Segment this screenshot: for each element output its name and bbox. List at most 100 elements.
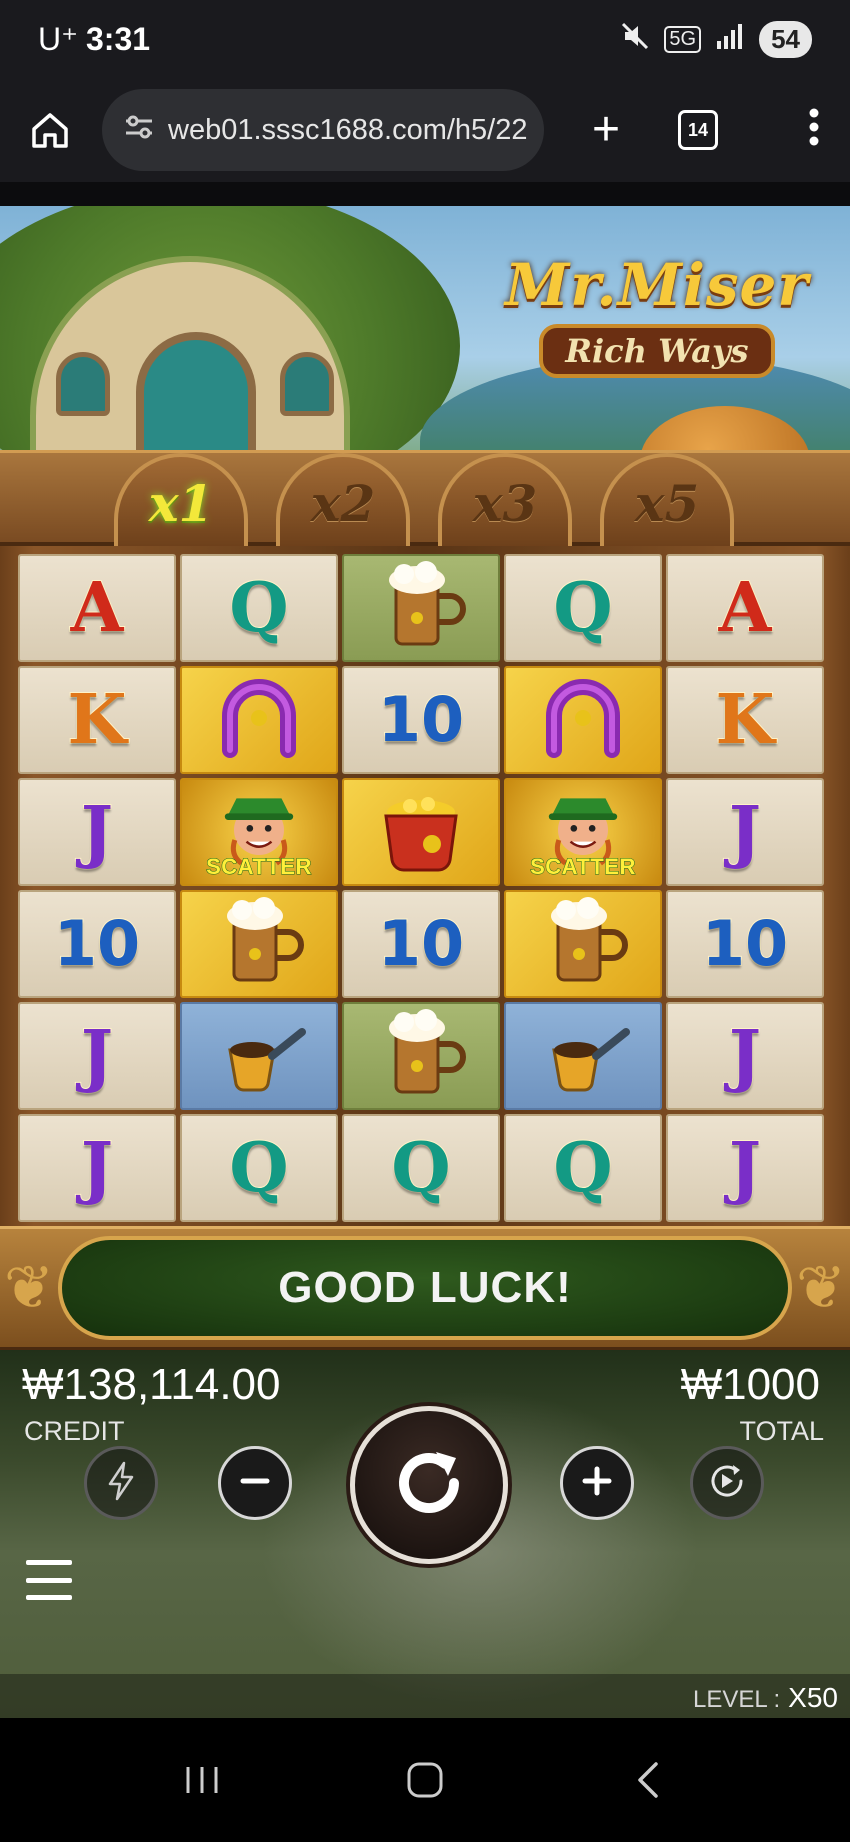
- scatter-label: SCATTER: [206, 854, 312, 880]
- logo-title: Mr.Miser: [505, 251, 809, 319]
- total-bet-value: ₩1000: [680, 1360, 820, 1409]
- card-symbol: Q: [228, 568, 289, 648]
- reel-cell: Q: [180, 1114, 338, 1222]
- card-symbol: K: [66, 680, 127, 760]
- overflow-menu-icon[interactable]: [808, 107, 820, 154]
- pot-symbol-icon: [362, 782, 480, 883]
- slot-game-canvas[interactable]: Mr.Miser Rich Ways x1 x2 x3 x5 A Q Q A K 10 K J…: [0, 206, 850, 1718]
- minus-icon: [237, 1463, 273, 1504]
- back-icon[interactable]: [613, 1745, 683, 1815]
- turbo-icon: [104, 1461, 138, 1506]
- card-symbol: 10: [377, 907, 465, 980]
- card-symbol: Q: [552, 1128, 613, 1208]
- card-symbol: Q: [552, 568, 613, 648]
- reel-cell: [342, 1002, 500, 1110]
- reel-cell: 10: [18, 890, 176, 998]
- card-symbol: J: [728, 1128, 762, 1208]
- spin-icon: [384, 1438, 474, 1533]
- credit-value: ₩138,114.00: [22, 1360, 281, 1409]
- reel-cell: [342, 554, 500, 662]
- reel-cell: Q: [504, 554, 662, 662]
- reel-cell: J: [666, 1114, 824, 1222]
- site-settings-icon[interactable]: [124, 114, 154, 147]
- status-time: 3:31: [86, 20, 151, 57]
- signal-icon: [715, 23, 745, 56]
- card-symbol: Q: [228, 1128, 289, 1208]
- reel-cell: 10: [342, 666, 500, 774]
- tab-count: 14: [687, 119, 709, 140]
- autoplay-icon: [705, 1459, 749, 1508]
- battery-level: 54: [759, 20, 812, 58]
- horseshoe-symbol-icon: [524, 670, 642, 771]
- reel-cell: [504, 890, 662, 998]
- reel-cell: J: [18, 1114, 176, 1222]
- recent-apps-icon[interactable]: [167, 1745, 237, 1815]
- card-symbol: J: [80, 792, 114, 872]
- beer-gold-symbol-icon: [524, 894, 642, 995]
- mute-icon: [620, 21, 650, 58]
- multiplier-x5: x5: [600, 453, 734, 549]
- pipe-symbol-icon: [524, 1006, 642, 1107]
- autoplay-button[interactable]: [690, 1446, 764, 1520]
- decrease-bet-button[interactable]: [218, 1446, 292, 1520]
- increase-bet-button[interactable]: [560, 1446, 634, 1520]
- beer-gold-symbol-icon: [200, 894, 318, 995]
- browser-toolbar: web01.sssc1688.com/h5/22 + 14: [0, 78, 850, 182]
- reel-cell: J: [666, 778, 824, 886]
- system-navigation-bar: [0, 1718, 850, 1842]
- multiplier-x1: x1: [114, 453, 248, 549]
- card-symbol: 10: [53, 907, 141, 980]
- house-window: [56, 352, 110, 416]
- reel-cell: [180, 666, 338, 774]
- card-symbol: 10: [701, 907, 789, 980]
- pipe-symbol-icon: [200, 1006, 318, 1107]
- reel-cell: [342, 778, 500, 886]
- scatter-label: SCATTER: [530, 854, 636, 880]
- reel-cell: 10: [342, 890, 500, 998]
- plus-icon: [579, 1463, 615, 1504]
- address-bar[interactable]: web01.sssc1688.com/h5/22: [102, 89, 544, 171]
- browser-divider: [0, 182, 850, 206]
- total-bet-label: TOTAL: [739, 1416, 824, 1446]
- scroll-ornament-icon: ❦: [795, 1254, 847, 1321]
- home-nav-icon[interactable]: [390, 1745, 460, 1815]
- reel-cell: J: [666, 1002, 824, 1110]
- card-symbol: J: [728, 792, 762, 872]
- control-panel: ₩138,114.00 CREDIT ₩1000 TOTAL: [0, 1350, 850, 1718]
- reel-cell: [180, 890, 338, 998]
- card-symbol: J: [728, 1016, 762, 1096]
- reel-cell: K: [18, 666, 176, 774]
- card-symbol: A: [718, 568, 773, 648]
- reel-cell: Q: [180, 554, 338, 662]
- home-icon[interactable]: [22, 102, 78, 158]
- status-icons: 5G 54: [620, 20, 812, 58]
- reel-grid: A Q Q A K 10 K J SCATTER SCATTER J 10 10 10 J J J Q Q Q J: [18, 554, 832, 1222]
- carrier-label: U⁺: [38, 21, 78, 57]
- reel-cell: J: [18, 1002, 176, 1110]
- beer-symbol-icon: [362, 558, 480, 659]
- house-window: [280, 352, 334, 416]
- logo-subtitle: Rich Ways: [539, 324, 775, 378]
- message-banner: GOOD LUCK!: [58, 1236, 792, 1340]
- multiplier-x3: x3: [438, 453, 572, 549]
- network-5g-label: 5G: [664, 25, 702, 53]
- credit-label: CREDIT: [24, 1416, 125, 1446]
- tabs-icon[interactable]: 14: [678, 110, 718, 150]
- reel-cell: [504, 1002, 662, 1110]
- card-symbol: J: [80, 1016, 114, 1096]
- multiplier-x2: x2: [276, 453, 410, 549]
- card-symbol: Q: [390, 1128, 451, 1208]
- reel-cell: A: [18, 554, 176, 662]
- menu-icon[interactable]: [26, 1560, 72, 1600]
- new-tab-icon[interactable]: +: [578, 106, 634, 154]
- card-symbol: A: [70, 568, 125, 648]
- game-logo: Mr.Miser Rich Ways: [494, 248, 820, 400]
- card-symbol: 10: [377, 683, 465, 756]
- reel-cell: [504, 666, 662, 774]
- spin-button[interactable]: [350, 1406, 508, 1564]
- reel-cell: SCATTER: [504, 778, 662, 886]
- level-value: X50: [788, 1682, 838, 1713]
- card-symbol: K: [714, 680, 775, 760]
- turbo-button[interactable]: [84, 1446, 158, 1520]
- reel-cell: A: [666, 554, 824, 662]
